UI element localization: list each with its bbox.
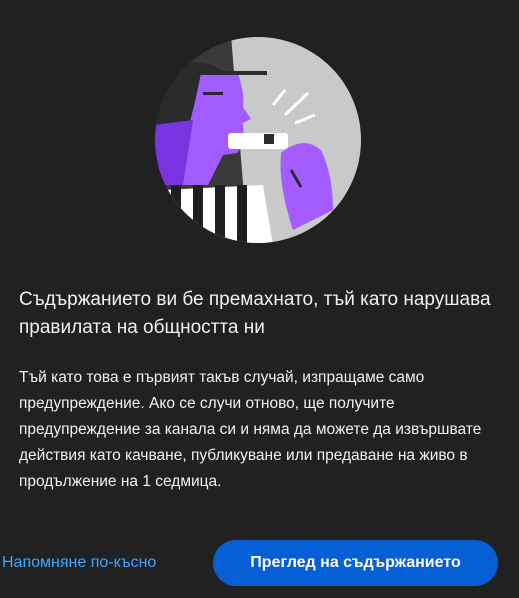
dialog-body: Тъй като това е първият такъв случай, из…	[19, 369, 482, 490]
referee-whistle-icon	[153, 35, 363, 245]
review-content-button[interactable]: Преглед на съдържанието	[213, 540, 498, 586]
dialog-title: Съдържанието ви бе премахнато, тъй като …	[19, 289, 491, 338]
remind-later-button[interactable]: Напомняне по-късно	[0, 540, 158, 586]
dialog-actions: Напомняне по-късно Преглед на съдържание…	[0, 540, 519, 586]
content-removed-dialog: Съдържанието ви бе премахнато, тъй като …	[0, 0, 519, 598]
